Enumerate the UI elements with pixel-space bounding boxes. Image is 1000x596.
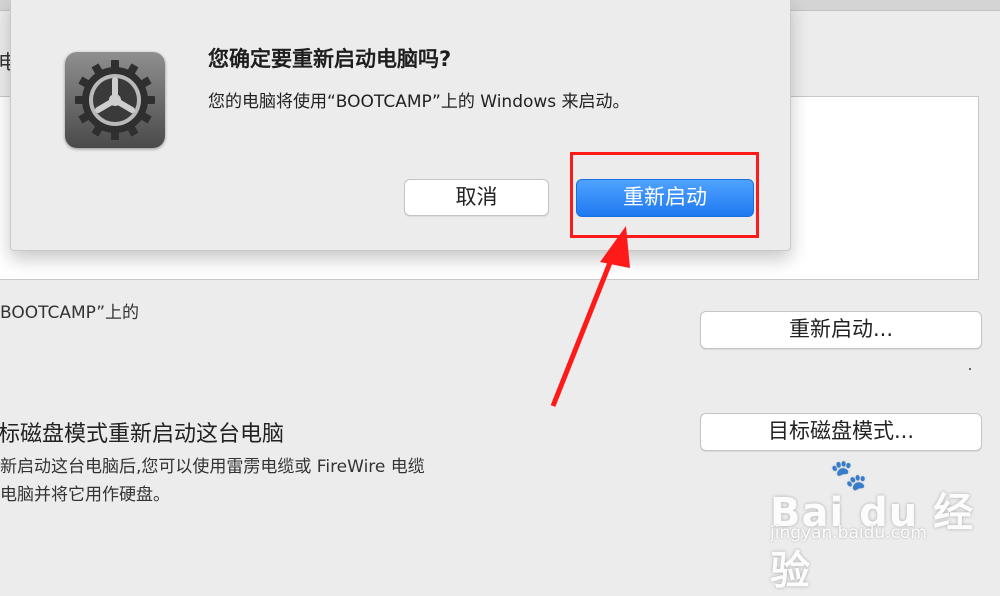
watermark-url: jingyan.baidu.com <box>770 523 927 543</box>
baidu-watermark: 🐾 Bai du 经验 jingyan.baidu.com <box>770 455 995 594</box>
